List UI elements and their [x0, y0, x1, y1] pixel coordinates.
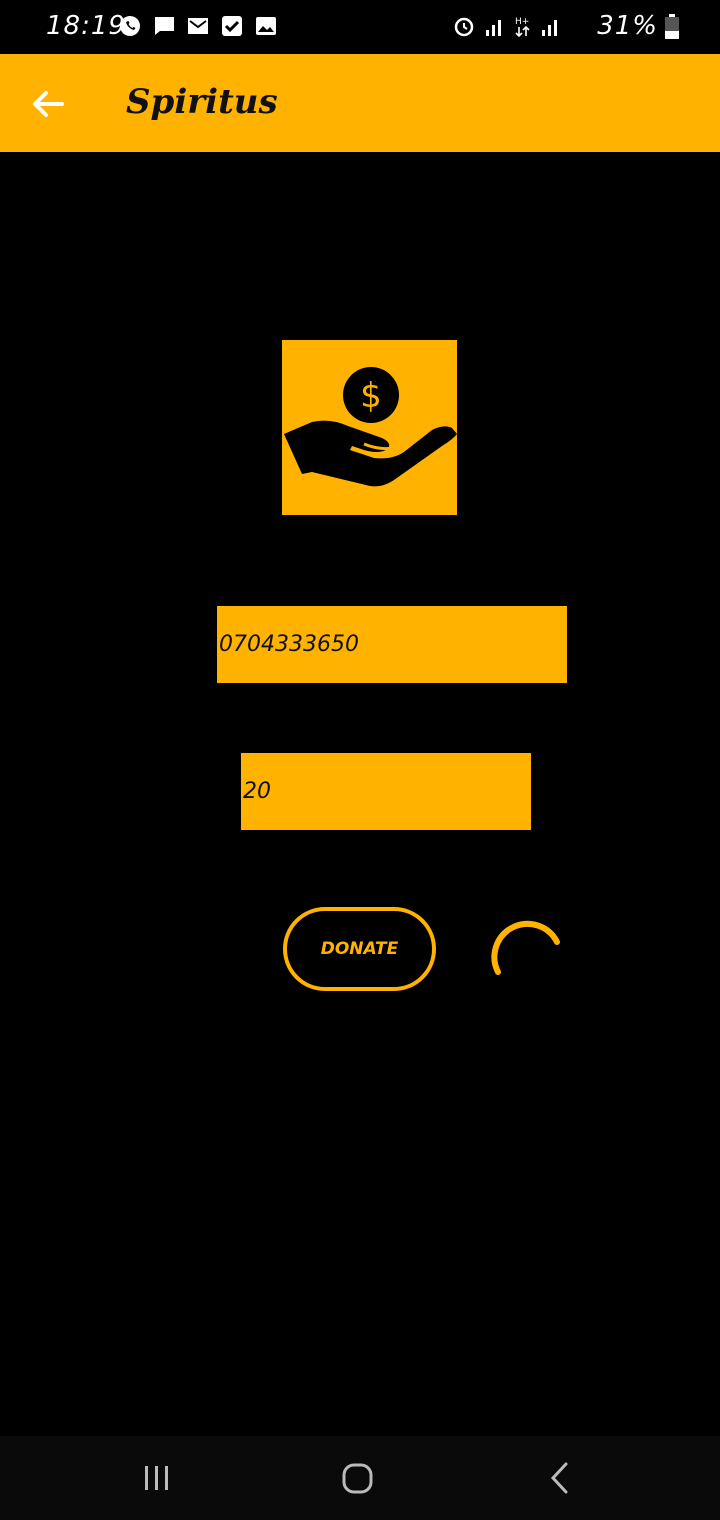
system-icons: H+ [452, 14, 562, 38]
app-bar: Spiritus [0, 54, 720, 152]
spinner-icon [491, 920, 560, 975]
notification-icons [118, 14, 278, 38]
home-icon [342, 1463, 373, 1494]
back-button[interactable] [26, 82, 70, 126]
phone-number-field[interactable] [217, 606, 567, 683]
message-icon [154, 17, 174, 35]
donation-logo: $ [282, 340, 457, 515]
svg-text:$: $ [360, 376, 382, 416]
signal-icon [542, 20, 557, 36]
recents-button[interactable] [137, 1458, 177, 1498]
image-icon [256, 17, 276, 35]
battery-percent: 31% [597, 11, 658, 41]
battery-icon [665, 14, 679, 39]
back-icon [550, 1462, 568, 1494]
gmail-icon [188, 18, 208, 34]
svg-text:H+: H+ [515, 17, 529, 27]
signal-icon [486, 20, 501, 36]
hand-dollar-icon: $ [284, 367, 457, 487]
recents-icon [145, 1466, 168, 1490]
nav-back-button[interactable] [540, 1458, 580, 1498]
system-nav-bar [0, 1436, 720, 1520]
arrow-left-icon [33, 91, 64, 117]
donate-button-label: DONATE [320, 939, 399, 959]
whatsapp-icon [120, 16, 140, 36]
status-bar: 18:19 H+ 31% [0, 0, 720, 54]
donate-button[interactable]: DONATE [283, 907, 436, 991]
home-button[interactable] [338, 1458, 378, 1498]
status-time: 18:19 [46, 11, 126, 41]
data-icon: H+ [515, 17, 530, 38]
amount-field[interactable] [241, 753, 531, 830]
page-title: Spiritus [126, 82, 278, 122]
check-icon [222, 16, 242, 36]
alarm-icon [454, 17, 474, 37]
